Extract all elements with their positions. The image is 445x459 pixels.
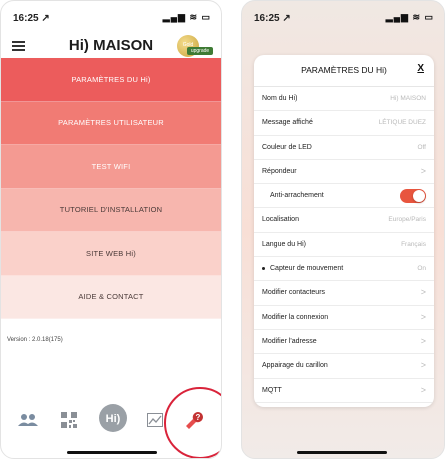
row-value: LÉTIQUE DUEZ [378,119,426,127]
row-value: On [417,265,426,273]
upgrade-tag: upgrade [187,47,213,55]
status-icons: ▂▄▆ ≋ ▭ [162,12,211,22]
chevron-right-icon: > [420,311,426,322]
menu-item-user-settings[interactable]: PARAMÈTRES UTILISATEUR [1,101,221,145]
app-header: Hi) MAISON Gold upgrade [1,27,221,61]
row-motion-sensor[interactable]: Capteur de mouvement On [254,257,434,282]
chevron-right-icon: > [420,165,426,176]
row-label: Localisation [262,216,299,224]
status-time: 16:25 ↗ [13,13,50,24]
row-label: Message affiché [262,119,313,127]
version-label: Version : 2.0.18(175) [7,337,63,343]
row-label: MQTT [262,386,282,394]
modal-header: PARAMÈTRES DU Hi) X [254,55,434,87]
row-anti-tamper: Anti-arrachement [254,184,434,209]
toggle-knob [413,190,425,203]
anti-tamper-toggle[interactable] [400,189,426,204]
row-value: Off [417,143,426,151]
settings-modal: PARAMÈTRES DU Hi) X Nom du Hi) Hi) MAISO… [254,55,434,407]
menu-item-help-contact[interactable]: AIDE & CONTACT [1,275,221,319]
row-led-color[interactable]: Couleur de LED Off [254,136,434,160]
home-indicator-right [297,451,387,454]
hi-logo-icon[interactable]: Hi) [97,402,129,434]
home-indicator [67,451,157,454]
row-chime-pairing[interactable]: Appairage du carillon > [254,354,434,379]
row-edit-address[interactable]: Modifier l'adresse > [254,330,434,355]
main-menu: PARAMÈTRES DU Hi) PARAMÈTRES UTILISATEUR… [1,58,221,319]
row-value: Europe/Paris [388,216,426,224]
svg-text:Hi): Hi) [106,413,121,425]
close-button[interactable]: X [417,63,424,74]
row-label: Modifier la connexion [262,313,329,321]
row-label: Modifier contacteurs [262,289,326,297]
row-mqtt[interactable]: MQTT > [254,379,434,403]
chevron-right-icon: > [420,384,426,395]
menu-item-install-tutorial[interactable]: TUTORIEL D'INSTALLATION [1,188,221,232]
bullet-icon [262,267,265,271]
row-label: Répondeur [262,167,297,175]
row-edit-contactors[interactable]: Modifier contacteurs > [254,281,434,306]
row-label: Anti-arrachement [270,192,324,200]
status-bar: 16:25 ↗ ▂▄▆ ≋ ▭ [1,1,221,27]
row-label: Langue du Hi) [262,240,306,248]
users-icon[interactable] [15,407,41,433]
row-value: Hi) MAISON [390,95,426,102]
menu-item-wifi-test[interactable]: TEST WIFI [1,145,221,189]
status-time-right: 16:25 ↗ [254,13,291,24]
row-label: Nom du Hi) [262,95,298,102]
menu-item-hi-settings[interactable]: PARAMÈTRES DU Hi) [1,58,221,102]
right-screen: 16:25 ↗ ▂▄▆ ≋ ▭ PARAMÈTRES DU Hi) X Nom … [241,0,445,459]
status-bar-right: 16:25 ↗ ▂▄▆ ≋ ▭ [242,1,444,27]
status-icons-right: ▂▄▆ ≋ ▭ [385,12,434,22]
row-value: Français [401,240,426,248]
left-screen: 16:25 ↗ ▂▄▆ ≋ ▭ Hi) MAISON Gold upgrade … [0,0,222,459]
chevron-right-icon: > [420,287,426,298]
row-language[interactable]: Langue du Hi) Français [254,233,434,258]
chevron-right-icon: > [420,335,426,346]
menu-item-website[interactable]: SITE WEB Hi) [1,232,221,276]
gold-upgrade-badge[interactable]: Gold upgrade [173,35,213,57]
row-edit-connection[interactable]: Modifier la connexion > [254,306,434,330]
row-label: Modifier l'adresse [262,337,317,345]
row-label: Couleur de LED [262,143,312,151]
row-display-message[interactable]: Message affiché LÉTIQUE DUEZ [254,111,434,136]
highlight-circle [164,387,221,458]
modal-title: PARAMÈTRES DU Hi) [301,65,387,75]
chevron-right-icon: > [420,360,426,371]
qr-code-icon[interactable] [56,407,82,433]
row-device-name[interactable]: Nom du Hi) Hi) MAISON [254,87,434,112]
row-location[interactable]: Localisation Europe/Paris [254,208,434,233]
row-answering-machine[interactable]: Répondeur > [254,160,434,185]
row-label: Capteur de mouvement [270,265,344,273]
row-label: Appairage du carillon [262,362,328,370]
